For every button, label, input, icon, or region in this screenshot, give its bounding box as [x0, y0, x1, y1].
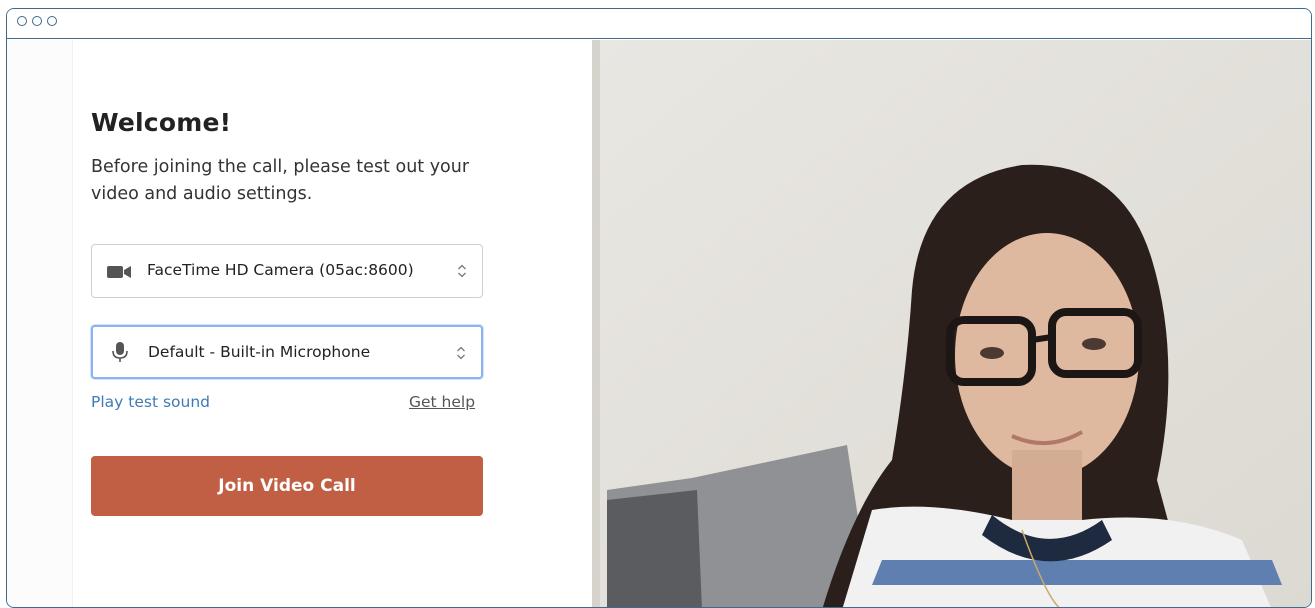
window-control-dot[interactable]: [17, 16, 27, 26]
setup-description: Before joining the call, please test out…: [91, 157, 470, 204]
chevron-updown-icon: [458, 264, 466, 278]
microphone-icon: [112, 342, 128, 362]
page-title: Welcome!: [91, 108, 232, 137]
setup-panel: Welcome! Before joining the call, please…: [73, 40, 592, 607]
app-window: Welcome! Before joining the call, please…: [6, 8, 1312, 608]
camera-select-value: FaceTime HD Camera (05ac:8600): [147, 261, 414, 279]
window-control-dot[interactable]: [47, 16, 57, 26]
camera-preview: [592, 40, 1311, 607]
title-bar: [7, 9, 1311, 39]
chevron-updown-icon: [457, 346, 465, 360]
microphone-select-value: Default - Built-in Microphone: [148, 343, 371, 361]
camera-select[interactable]: FaceTime HD Camera (05ac:8600): [91, 244, 483, 298]
join-video-call-button[interactable]: Join Video Call: [91, 456, 483, 516]
window-control-dot[interactable]: [32, 16, 42, 26]
play-test-sound-link[interactable]: Play test sound: [91, 393, 210, 411]
get-help-link[interactable]: Get help: [409, 393, 475, 411]
left-gutter: [7, 40, 73, 607]
microphone-select[interactable]: Default - Built-in Microphone: [91, 325, 483, 379]
video-camera-icon: [107, 266, 131, 278]
camera-preview-image: [592, 40, 1311, 607]
